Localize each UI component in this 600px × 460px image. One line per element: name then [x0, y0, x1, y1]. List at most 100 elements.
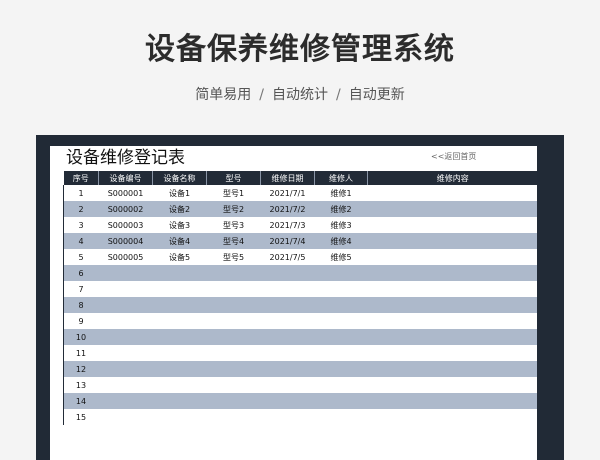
cell-model[interactable]: 型号4 [206, 233, 261, 249]
cell-model[interactable] [206, 409, 261, 425]
cell-repair-content[interactable] [367, 233, 537, 249]
cell-technician[interactable]: 维修1 [314, 185, 368, 201]
cell-technician[interactable] [314, 377, 368, 393]
cell-technician[interactable] [314, 329, 368, 345]
cell-device-name[interactable]: 设备3 [152, 217, 207, 233]
cell-repair-content[interactable] [367, 393, 537, 409]
col-header-repair-content[interactable]: 维修内容 [367, 171, 537, 185]
cell-model[interactable] [206, 361, 261, 377]
cell-technician[interactable]: 维修5 [314, 249, 368, 265]
cell-technician[interactable]: 维修4 [314, 233, 368, 249]
cell-device-id[interactable]: S000003 [98, 217, 153, 233]
cell-repair-date[interactable] [260, 361, 315, 377]
cell-model[interactable] [206, 377, 261, 393]
cell-repair-content[interactable] [367, 345, 537, 361]
cell-technician[interactable] [314, 409, 368, 425]
cell-repair-content[interactable] [367, 377, 537, 393]
cell-repair-content[interactable] [367, 329, 537, 345]
cell-device-id[interactable] [98, 409, 153, 425]
cell-device-name[interactable] [152, 409, 207, 425]
cell-repair-date[interactable]: 2021/7/4 [260, 233, 315, 249]
cell-technician[interactable] [314, 393, 368, 409]
col-header-technician[interactable]: 维修人 [314, 171, 368, 185]
cell-index[interactable]: 2 [63, 201, 99, 217]
cell-repair-date[interactable] [260, 313, 315, 329]
cell-device-id[interactable]: S000004 [98, 233, 153, 249]
col-header-index[interactable]: 序号 [63, 171, 99, 185]
cell-index[interactable]: 14 [63, 393, 99, 409]
cell-repair-date[interactable] [260, 265, 315, 281]
cell-model[interactable] [206, 297, 261, 313]
cell-repair-content[interactable] [367, 313, 537, 329]
cell-model[interactable] [206, 313, 261, 329]
cell-repair-date[interactable] [260, 409, 315, 425]
cell-repair-date[interactable]: 2021/7/1 [260, 185, 315, 201]
cell-technician[interactable] [314, 313, 368, 329]
cell-repair-date[interactable]: 2021/7/5 [260, 249, 315, 265]
cell-device-id[interactable] [98, 281, 153, 297]
col-header-model[interactable]: 型号 [206, 171, 261, 185]
cell-model[interactable] [206, 393, 261, 409]
cell-repair-date[interactable] [260, 281, 315, 297]
cell-model[interactable] [206, 329, 261, 345]
cell-device-name[interactable]: 设备2 [152, 201, 207, 217]
cell-technician[interactable]: 维修3 [314, 217, 368, 233]
cell-repair-content[interactable] [367, 217, 537, 233]
cell-index[interactable]: 6 [63, 265, 99, 281]
cell-device-name[interactable] [152, 345, 207, 361]
cell-model[interactable]: 型号1 [206, 185, 261, 201]
cell-device-id[interactable] [98, 265, 153, 281]
cell-index[interactable]: 4 [63, 233, 99, 249]
cell-repair-date[interactable] [260, 345, 315, 361]
cell-index[interactable]: 7 [63, 281, 99, 297]
cell-model[interactable]: 型号5 [206, 249, 261, 265]
cell-device-name[interactable] [152, 361, 207, 377]
cell-repair-date[interactable] [260, 297, 315, 313]
cell-repair-content[interactable] [367, 185, 537, 201]
cell-device-name[interactable] [152, 393, 207, 409]
cell-device-id[interactable] [98, 297, 153, 313]
cell-model[interactable]: 型号3 [206, 217, 261, 233]
cell-device-id[interactable] [98, 361, 153, 377]
cell-device-name[interactable]: 设备5 [152, 249, 207, 265]
cell-repair-content[interactable] [367, 361, 537, 377]
cell-device-name[interactable] [152, 377, 207, 393]
cell-repair-content[interactable] [367, 201, 537, 217]
cell-device-name[interactable] [152, 265, 207, 281]
cell-index[interactable]: 3 [63, 217, 99, 233]
cell-model[interactable]: 型号2 [206, 201, 261, 217]
cell-device-name[interactable] [152, 329, 207, 345]
cell-technician[interactable] [314, 297, 368, 313]
cell-repair-content[interactable] [367, 281, 537, 297]
cell-device-id[interactable]: S000005 [98, 249, 153, 265]
cell-technician[interactable] [314, 265, 368, 281]
cell-device-id[interactable] [98, 345, 153, 361]
cell-index[interactable]: 9 [63, 313, 99, 329]
cell-device-id[interactable]: S000001 [98, 185, 153, 201]
cell-model[interactable] [206, 281, 261, 297]
cell-repair-date[interactable] [260, 329, 315, 345]
cell-device-id[interactable] [98, 393, 153, 409]
col-header-repair-date[interactable]: 维修日期 [260, 171, 315, 185]
col-header-device-name[interactable]: 设备名称 [152, 171, 207, 185]
cell-index[interactable]: 13 [63, 377, 99, 393]
cell-repair-date[interactable] [260, 377, 315, 393]
col-header-device-id[interactable]: 设备编号 [98, 171, 153, 185]
cell-repair-content[interactable] [367, 249, 537, 265]
cell-technician[interactable] [314, 281, 368, 297]
cell-repair-content[interactable] [367, 297, 537, 313]
cell-index[interactable]: 5 [63, 249, 99, 265]
back-home-link[interactable]: <<返回首页 [431, 151, 476, 162]
cell-repair-date[interactable]: 2021/7/2 [260, 201, 315, 217]
cell-repair-content[interactable] [367, 409, 537, 425]
cell-repair-date[interactable] [260, 393, 315, 409]
cell-device-name[interactable] [152, 297, 207, 313]
cell-index[interactable]: 15 [63, 409, 99, 425]
cell-device-id[interactable] [98, 313, 153, 329]
cell-device-id[interactable] [98, 377, 153, 393]
cell-device-id[interactable]: S000002 [98, 201, 153, 217]
cell-device-name[interactable] [152, 281, 207, 297]
cell-device-name[interactable]: 设备4 [152, 233, 207, 249]
cell-device-id[interactable] [98, 329, 153, 345]
cell-technician[interactable]: 维修2 [314, 201, 368, 217]
